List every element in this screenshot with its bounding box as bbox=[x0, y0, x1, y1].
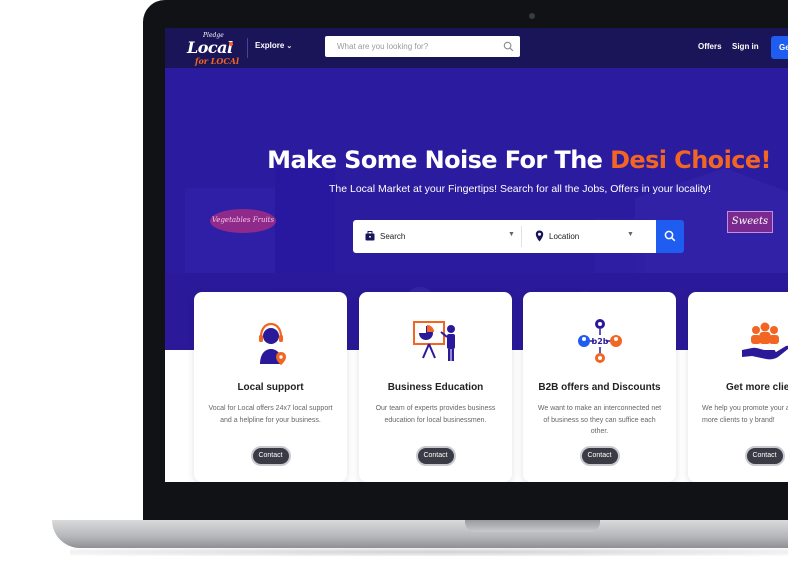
screen: Pledge Local for LOCAl Explore⌄ Offers S… bbox=[165, 28, 788, 482]
card-get-more-clients: Get more clie We help you promote your a… bbox=[688, 292, 788, 482]
site-logo[interactable]: Pledge Local for LOCAl bbox=[185, 32, 241, 66]
hero-title: Make Some Noise For The Desi Choice! bbox=[165, 146, 788, 174]
explore-label: Explore bbox=[255, 41, 285, 50]
hero-search-button[interactable] bbox=[656, 220, 684, 253]
chevron-down-icon: ⌄ bbox=[286, 43, 293, 50]
top-search-bar bbox=[325, 36, 520, 57]
search-separator bbox=[521, 226, 522, 247]
presentation-board-icon bbox=[412, 321, 455, 361]
card-description: We help you promote your and get more cl… bbox=[702, 405, 788, 424]
card-title: Business Education bbox=[387, 382, 484, 393]
search-icon[interactable] bbox=[503, 41, 514, 52]
hero-search-box: Search ▼ Location ▼ bbox=[353, 220, 684, 253]
logo-for-local: for LOCAl bbox=[195, 56, 239, 66]
search-label: Search bbox=[380, 232, 406, 241]
caret-down-icon: ▼ bbox=[508, 231, 515, 238]
location-label: Location bbox=[549, 232, 580, 241]
category-search-dropdown[interactable]: Search ▼ bbox=[353, 220, 521, 253]
card-description: We want to make an interconnected net of… bbox=[537, 405, 662, 435]
nav-offers-link[interactable]: Offers bbox=[698, 42, 722, 51]
svg-text:b2b: b2b bbox=[591, 337, 608, 346]
vegetables-sign: Vegetables Fruits bbox=[210, 209, 276, 233]
explore-menu[interactable]: Explore ⌄ bbox=[255, 41, 292, 50]
hero-subtitle: The Local Market at your Fingertips! Sea… bbox=[328, 183, 712, 195]
card-title: Get more clie bbox=[726, 382, 788, 393]
laptop-mockup: Pledge Local for LOCAl Explore⌄ Offers S… bbox=[0, 0, 788, 575]
laptop-notch bbox=[465, 520, 600, 532]
contact-button[interactable]: Contact bbox=[579, 446, 620, 466]
card-local-support: Local support Vocal for Local offers 24x… bbox=[194, 292, 347, 482]
laptop-shadow bbox=[70, 548, 788, 556]
card-description: Vocal for Local offers 24x7 local suppor… bbox=[208, 405, 333, 424]
logo-local: Local bbox=[187, 38, 233, 57]
location-dropdown[interactable]: Location ▼ bbox=[523, 220, 643, 253]
headset-agent-icon bbox=[258, 322, 286, 365]
get-started-button[interactable]: Ge bbox=[771, 36, 788, 59]
location-pin-icon bbox=[535, 230, 544, 242]
hero-title-accent: Desi Choice! bbox=[610, 146, 771, 174]
contact-button[interactable]: Contact bbox=[250, 446, 291, 466]
contact-button[interactable]: Contact bbox=[744, 446, 785, 466]
contact-button[interactable]: Contact bbox=[415, 446, 456, 466]
b2b-network-icon: b2b bbox=[577, 319, 622, 363]
card-title: B2B offers and Discounts bbox=[538, 382, 661, 393]
top-search-input[interactable] bbox=[325, 36, 500, 57]
logo-dot bbox=[229, 42, 233, 46]
caret-down-icon: ▼ bbox=[627, 231, 634, 238]
card-description: Our team of experts provides business ed… bbox=[375, 405, 496, 424]
hero-title-main: Make Some Noise For The bbox=[267, 146, 611, 174]
laptop-base bbox=[52, 520, 788, 548]
sweets-sign: Sweets bbox=[727, 211, 773, 233]
card-business-education: Business Education Our team of experts p… bbox=[359, 292, 512, 482]
webcam bbox=[529, 13, 535, 19]
nav-signin-link[interactable]: Sign in bbox=[732, 42, 759, 51]
search-icon bbox=[664, 230, 676, 242]
briefcase-icon bbox=[365, 231, 375, 241]
navbar: Pledge Local for LOCAl Explore⌄ Offers S… bbox=[165, 28, 788, 68]
nav-divider bbox=[247, 38, 248, 58]
card-title: Local support bbox=[237, 382, 304, 393]
hand-people-icon bbox=[741, 322, 788, 360]
card-b2b-offers: b2b B2B offers and Discounts We want to … bbox=[523, 292, 676, 482]
